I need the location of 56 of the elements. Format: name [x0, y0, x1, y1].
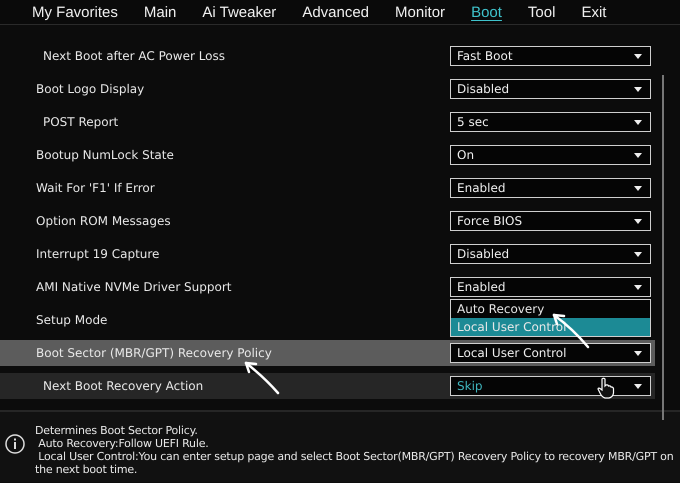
setting-label: Bootup NumLock State [36, 148, 174, 162]
tab[interactable]: Exit [581, 4, 606, 20]
caret-icon [634, 252, 642, 257]
setting-row[interactable]: Next Boot after AC Power Loss Fast Boot [0, 43, 655, 69]
tab[interactable]: Ai Tweaker [202, 4, 276, 20]
setting-label: Next Boot after AC Power Loss [43, 49, 226, 63]
scrollbar[interactable] [662, 75, 664, 420]
setting-row[interactable]: Boot Sector (MBR/GPT) Recovery Policy Local User Control [0, 340, 655, 366]
hand-cursor-icon [597, 377, 615, 399]
setting-row[interactable]: Interrupt 19 Capture Disabled [0, 241, 655, 267]
dropdown[interactable]: Disabled [450, 79, 651, 99]
caret-icon [634, 351, 642, 356]
dropdown[interactable]: 5 sec [450, 112, 651, 132]
setting-row[interactable]: Bootup NumLock State On [0, 142, 655, 168]
setting-row[interactable]: Boot Logo Display Disabled [0, 76, 655, 102]
caret-icon [634, 285, 642, 290]
menu-option[interactable]: Auto Recovery [451, 300, 650, 318]
tab[interactable]: Main [144, 4, 176, 20]
setting-row[interactable]: Next Boot Recovery Action Skip [0, 373, 655, 399]
dropdown[interactable]: Disabled [450, 244, 651, 264]
info-icon [5, 434, 25, 454]
setting-label: Next Boot Recovery Action [43, 379, 204, 393]
tab[interactable]: My Favorites [32, 4, 118, 20]
dropdown[interactable]: Enabled [450, 178, 651, 198]
dropdown[interactable]: Skip [450, 376, 651, 396]
dropdown[interactable]: On [450, 145, 651, 165]
setting-label: Wait For 'F1' If Error [36, 181, 155, 195]
setting-label: POST Report [43, 115, 118, 129]
setting-row[interactable]: AMI Native NVMe Driver Support Enabled [0, 274, 655, 300]
caret-icon [634, 219, 642, 224]
dropdown[interactable]: Force BIOS [450, 211, 651, 231]
setting-row[interactable]: POST Report 5 sec [0, 109, 655, 135]
dropdown[interactable]: Fast Boot [450, 46, 651, 66]
help-text: Local User Control:You can enter setup page and select Boot Sector(MBR/GPT) Recovery Policy to recovery MBR/GPT on the next boot time. [35, 450, 674, 476]
setting-label: Boot Sector (MBR/GPT) Recovery Policy [36, 346, 272, 360]
caret-icon [634, 186, 642, 191]
tab[interactable]: Advanced [302, 4, 370, 20]
help-text: Determines Boot Sector Policy. [35, 424, 199, 437]
setting-label: Option ROM Messages [36, 214, 171, 228]
dropdown[interactable]: Local User Control [450, 343, 651, 363]
tab[interactable]: Boot [471, 4, 502, 20]
tab[interactable]: Monitor [395, 4, 446, 20]
setting-label: AMI Native NVMe Driver Support [36, 280, 232, 294]
caret-icon [634, 384, 642, 389]
setting-row[interactable]: Wait For 'F1' If Error Enabled [0, 175, 655, 201]
caret-icon [634, 87, 642, 92]
setting-row[interactable]: Option ROM Messages Force BIOS [0, 208, 655, 234]
setting-label: Setup Mode [36, 313, 108, 327]
caret-icon [634, 54, 642, 59]
setting-label: Boot Logo Display [36, 82, 144, 96]
dropdown[interactable]: Enabled [450, 277, 651, 297]
caret-icon [634, 120, 642, 125]
caret-icon [634, 153, 642, 158]
tab[interactable]: Tool [528, 4, 556, 20]
help-text: Auto Recovery:Follow UEFI Rule. [37, 437, 210, 450]
setting-label: Interrupt 19 Capture [36, 247, 160, 261]
